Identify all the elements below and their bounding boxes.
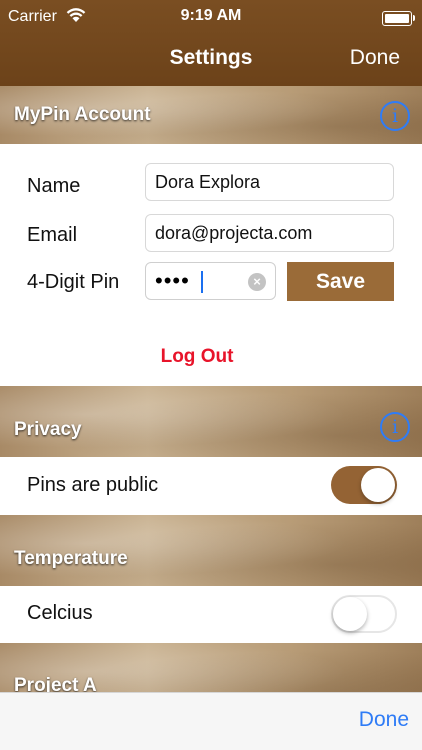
section-header-temperature: Temperature — [0, 515, 422, 586]
save-button[interactable]: Save — [287, 262, 394, 301]
navigation-bar: Carrier 9:19 AM Settings Done — [0, 0, 422, 86]
status-bar: Carrier 9:19 AM — [0, 0, 422, 34]
info-icon[interactable]: i — [380, 412, 410, 442]
pin-label: 4-Digit Pin — [27, 271, 120, 293]
temperature-group: Celcius — [0, 586, 422, 643]
pin-value: •••• — [155, 268, 190, 293]
battery-icon — [382, 11, 415, 26]
info-icon[interactable]: i — [380, 101, 410, 131]
pins-public-toggle[interactable] — [331, 466, 397, 504]
status-time: 9:19 AM — [180, 7, 242, 24]
logout-button[interactable]: Log Out — [0, 346, 394, 368]
text-caret — [201, 271, 203, 293]
email-field[interactable]: dora@projecta.com — [145, 214, 394, 252]
section-title-privacy: Privacy — [14, 419, 82, 440]
toggle-knob — [333, 597, 367, 631]
toggle-knob — [361, 468, 395, 502]
name-field[interactable]: Dora Explora — [145, 163, 394, 201]
nav-done-button[interactable]: Done — [350, 46, 400, 70]
clear-icon[interactable]: × — [248, 273, 266, 291]
bottom-toolbar: Done — [0, 692, 422, 750]
section-header-privacy: Privacy i — [0, 386, 422, 457]
pin-field[interactable]: •••• × — [145, 262, 276, 300]
section-header-account: MyPin Account i — [0, 86, 422, 144]
section-title-account: MyPin Account — [14, 104, 151, 125]
celcius-toggle[interactable] — [331, 595, 397, 633]
section-title-temperature: Temperature — [14, 548, 128, 569]
celcius-label: Celcius — [27, 602, 93, 624]
pins-public-label: Pins are public — [27, 474, 159, 496]
email-label: Email — [27, 224, 78, 246]
privacy-group: Pins are public — [0, 457, 422, 515]
toolbar-done-button[interactable]: Done — [359, 708, 409, 732]
name-label: Name — [27, 175, 81, 197]
